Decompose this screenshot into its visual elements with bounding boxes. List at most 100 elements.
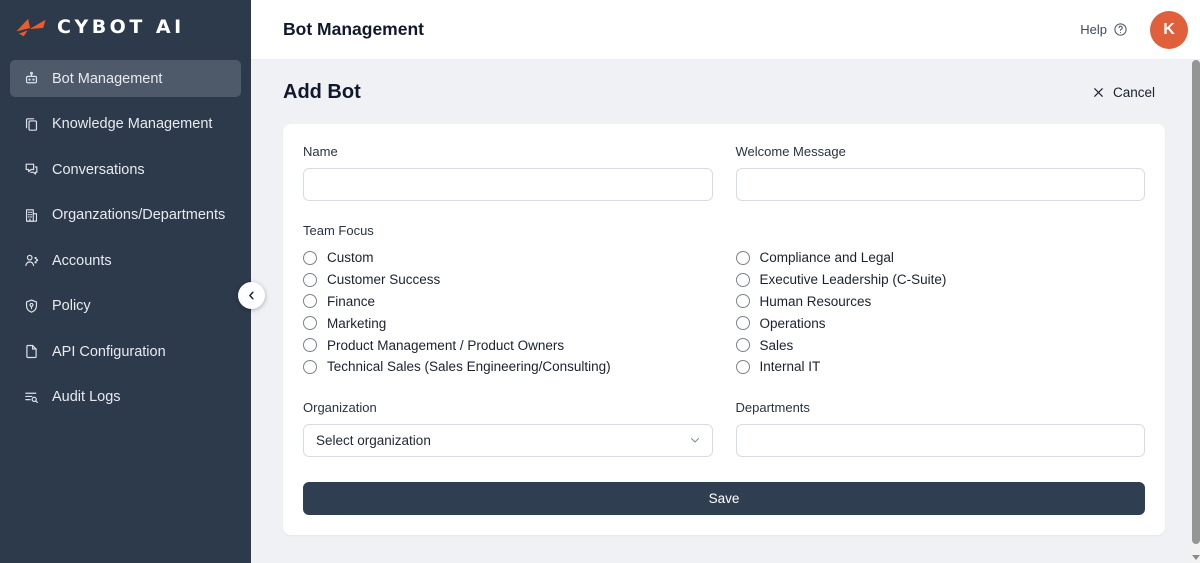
- team-focus-option[interactable]: Finance: [303, 291, 713, 313]
- chevron-left-icon: [245, 289, 258, 302]
- team-focus-option[interactable]: Human Resources: [735, 291, 1146, 313]
- name-input[interactable]: [303, 168, 713, 201]
- radio-option-label: Marketing: [327, 315, 387, 331]
- sidebar-item-label: API Configuration: [52, 343, 166, 360]
- radio-button-icon[interactable]: [303, 359, 317, 374]
- radio-option-label: Internal IT: [759, 359, 821, 375]
- sidebar: CYBOT AI Bot Management Knowledge Manage…: [0, 0, 265, 563]
- sidebar-item-label: Audit Logs: [52, 389, 121, 405]
- sidebar-item-label: Accounts: [52, 252, 112, 269]
- sidebar-item-accounts[interactable]: Accounts: [10, 242, 241, 279]
- conversations-icon: [22, 161, 40, 179]
- radio-option-label: Executive Leadership (C-Suite): [759, 272, 947, 288]
- radio-button-icon[interactable]: [735, 338, 750, 353]
- team-focus-option[interactable]: Executive Leadership (C-Suite): [735, 269, 1146, 291]
- sidebar-item-knowledge-management[interactable]: Knowledge Management: [10, 106, 241, 143]
- organization-selected-value: Select organization: [316, 432, 431, 448]
- save-button[interactable]: Save: [303, 481, 1145, 515]
- page-title: Add Bot: [283, 80, 361, 103]
- radio-button-icon[interactable]: [735, 294, 750, 309]
- sidebar-item-conversations[interactable]: Conversations: [10, 151, 241, 188]
- api-icon: [22, 343, 40, 361]
- team-focus-option[interactable]: Customer Success: [303, 269, 713, 291]
- sidebar-nav: Bot Management Knowledge Management Conv…: [0, 52, 251, 416]
- scrollbar-thumb[interactable]: [1192, 60, 1200, 544]
- radio-button-icon[interactable]: [735, 250, 750, 265]
- radio-option-label: Custom: [327, 250, 374, 266]
- sidebar-item-audit-logs[interactable]: Audit Logs: [10, 379, 241, 416]
- radio-option-label: Customer Success: [327, 272, 441, 288]
- radio-button-icon[interactable]: [303, 316, 317, 331]
- brand-name: CYBOT AI: [57, 16, 185, 38]
- team-focus-option[interactable]: Custom: [303, 247, 713, 269]
- help-link[interactable]: Help: [1080, 22, 1128, 37]
- help-label: Help: [1080, 22, 1107, 37]
- organization-label: Organization: [303, 399, 377, 415]
- team-focus-section: Team Focus Custom Customer Success Finance…: [303, 223, 1145, 378]
- team-focus-label: Team Focus: [303, 223, 374, 238]
- chevron-down-icon: [688, 433, 702, 447]
- radio-button-icon[interactable]: [735, 316, 750, 331]
- sidebar-item-policy[interactable]: Policy: [10, 288, 241, 325]
- team-focus-column-right: Compliance and Legal Executive Leadership…: [735, 247, 1146, 378]
- content-column: Bot Management Help K Add Bot Cancel Nam…: [251, 0, 1200, 563]
- scrollbar-down-arrow-icon[interactable]: [1192, 555, 1200, 560]
- team-focus-option[interactable]: Marketing: [303, 312, 713, 334]
- team-focus-option[interactable]: Technical Sales (Sales Engineering/Consu…: [303, 356, 713, 378]
- radio-option-label: Compliance and Legal: [759, 250, 894, 266]
- knowledge-icon: [22, 115, 40, 133]
- sidebar-item-label: Conversations: [52, 161, 145, 178]
- departments-label: Departments: [735, 399, 810, 415]
- radio-button-icon[interactable]: [303, 250, 317, 265]
- departments-field-group: Departments: [735, 399, 1145, 457]
- welcome-message-field-group: Welcome Message: [735, 144, 1145, 201]
- policy-icon: [22, 297, 40, 315]
- organization-select[interactable]: Select organization: [303, 423, 713, 457]
- radio-option-label: Human Resources: [759, 293, 872, 309]
- audit-logs-icon: [22, 388, 40, 406]
- radio-button-icon[interactable]: [735, 272, 750, 287]
- radio-button-icon[interactable]: [303, 294, 317, 309]
- team-focus-column-left: Custom Customer Success Finance Marketing Pr…: [303, 247, 713, 378]
- team-focus-option[interactable]: Compliance and Legal: [735, 247, 1146, 269]
- team-focus-option[interactable]: Internal IT: [735, 356, 1146, 378]
- cancel-label: Cancel: [1112, 84, 1155, 100]
- radio-button-icon[interactable]: [303, 338, 317, 353]
- sidebar-item-label: Organzations/Departments: [52, 207, 226, 223]
- vertical-scrollbar[interactable]: [1192, 0, 1200, 563]
- cancel-button[interactable]: Cancel: [1092, 85, 1155, 100]
- team-focus-option[interactable]: Sales: [735, 334, 1146, 356]
- sidebar-collapse-button[interactable]: [238, 282, 265, 309]
- page-header-title: Bot Management: [283, 19, 424, 39]
- sidebar-item-label: Bot Management: [52, 70, 163, 87]
- avatar[interactable]: K: [1150, 10, 1188, 49]
- accounts-icon: [22, 252, 40, 270]
- departments-input[interactable]: [735, 423, 1145, 457]
- radio-option-label: Technical Sales (Sales Engineering/Consu…: [327, 359, 611, 375]
- team-focus-option[interactable]: Product Management / Product Owners: [303, 334, 713, 356]
- wing-icon: [15, 15, 48, 39]
- name-field-group: Name: [303, 144, 713, 201]
- sidebar-item-label: Policy: [52, 298, 91, 314]
- brand-logo: CYBOT AI: [0, 0, 251, 52]
- radio-button-icon[interactable]: [303, 272, 317, 287]
- organization-field-group: Organization Select organization: [303, 400, 713, 457]
- top-header: Bot Management Help K: [251, 0, 1200, 60]
- sidebar-item-bot-management[interactable]: Bot Management: [10, 60, 241, 97]
- welcome-message-input[interactable]: [735, 168, 1145, 201]
- sidebar-item-label: Knowledge Management: [52, 116, 213, 132]
- radio-option-label: Finance: [327, 293, 376, 309]
- sidebar-item-api-configuration[interactable]: API Configuration: [10, 333, 241, 370]
- name-label: Name: [303, 144, 338, 159]
- team-focus-option[interactable]: Operations: [735, 312, 1146, 334]
- organizations-icon: [22, 206, 40, 224]
- radio-option-label: Sales: [759, 337, 794, 353]
- main-content: Add Bot Cancel Name Welcome Message Team…: [251, 60, 1200, 563]
- app-window: CYBOT AI Bot Management Knowledge Manage…: [0, 0, 1200, 563]
- page-head: Add Bot Cancel: [283, 60, 1165, 124]
- bot-icon: [22, 70, 40, 88]
- radio-button-icon[interactable]: [735, 359, 750, 374]
- org-dept-section: Organization Select organization Departm…: [303, 400, 1145, 457]
- sidebar-item-organizations-departments[interactable]: Organzations/Departments: [10, 197, 241, 234]
- close-icon: [1092, 86, 1105, 99]
